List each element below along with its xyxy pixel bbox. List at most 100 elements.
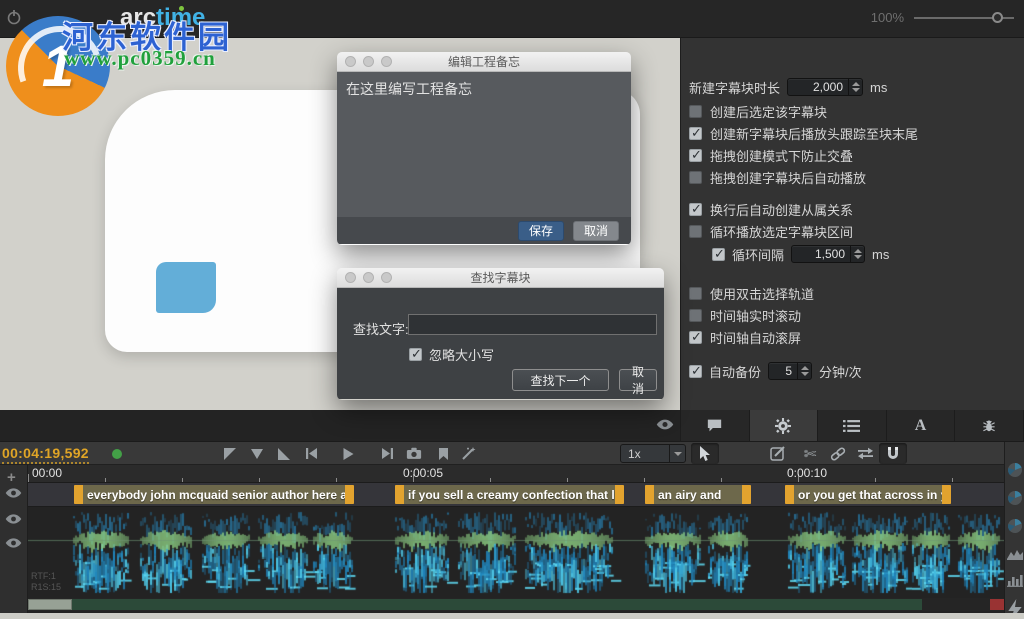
find-dialog-titlebar[interactable]: 查找字幕块	[337, 268, 664, 288]
speed-dropdown-arrow[interactable]	[669, 445, 685, 462]
subtitle-left-handle[interactable]	[645, 485, 654, 504]
option-checkbox[interactable]	[689, 171, 702, 184]
zoom-slider-knob[interactable]	[992, 12, 1003, 23]
option-checkbox[interactable]	[689, 149, 702, 162]
waveform-view-icon[interactable]	[1007, 548, 1023, 564]
option-checkbox[interactable]	[689, 127, 702, 140]
magnet-icon	[886, 446, 900, 461]
auto-backup-checkbox[interactable]	[689, 365, 702, 378]
subtitle-block[interactable]: if you sell a creamy confection that lig…	[395, 485, 624, 504]
triangle-up-left-icon[interactable]	[221, 445, 239, 462]
ruler-tick	[952, 478, 953, 482]
subtitle-left-handle[interactable]	[74, 485, 83, 504]
tab-subtitle-list[interactable]	[818, 410, 887, 441]
timecode-display[interactable]: 00:04:19,592	[2, 445, 89, 464]
timeline-scrollbar[interactable]	[28, 598, 1004, 611]
settings-option-row: 拖拽创建字幕块后自动播放	[689, 166, 918, 188]
subtitle-left-handle[interactable]	[785, 485, 794, 504]
zoom-slider[interactable]	[914, 17, 1014, 19]
select-tool-button[interactable]	[691, 443, 719, 464]
subtitle-right-handle[interactable]	[742, 485, 751, 504]
preview-eye-icon[interactable]	[656, 418, 674, 431]
subtitle-block[interactable]: everybody john mcquaid senior author her…	[74, 485, 354, 504]
search-input[interactable]	[408, 314, 657, 335]
subtitle-right-handle[interactable]	[345, 485, 354, 504]
subtitle-block[interactable]: an airy and	[645, 485, 751, 504]
spectrogram-track[interactable]: RTF:1 R1S:15	[28, 507, 1004, 596]
search-text-label: 查找文字:	[353, 319, 409, 338]
memo-cancel-button[interactable]: 取消	[573, 221, 619, 241]
subtitle-right-handle[interactable]	[942, 485, 951, 504]
play-icon[interactable]	[339, 445, 357, 462]
ignore-case-checkbox[interactable]	[409, 348, 422, 361]
arctime-app: arctime 100% 新建字幕块时长 2,000 ms 创建后选定该字幕块创…	[0, 0, 1024, 619]
power-icon[interactable]	[6, 9, 22, 25]
playback-speed-select[interactable]: 1x	[620, 444, 686, 463]
duration-spinner-arrows[interactable]	[848, 79, 862, 95]
loop-interval-value: 1,500	[792, 246, 850, 262]
bookmark-icon[interactable]	[434, 445, 452, 462]
track-info-text: RTF:1 R1S:15	[31, 571, 61, 593]
spectrogram-canvas	[28, 507, 1004, 596]
app-logo: arctime	[120, 4, 205, 32]
memo-textarea[interactable]: 在这里编写工程备忘	[337, 72, 631, 217]
memo-dialog-titlebar[interactable]: 编辑工程备忘	[337, 52, 631, 72]
save-button[interactable]: 保存	[518, 221, 564, 241]
option-checkbox[interactable]	[689, 309, 702, 322]
time-ruler[interactable]: 00:000:00:050:00:10	[28, 465, 1004, 483]
loop-interval-spinner[interactable]: 1,500	[791, 245, 865, 263]
tab-debug[interactable]	[955, 410, 1024, 441]
ruler-tick	[259, 478, 260, 482]
track-gutter: +	[0, 465, 28, 613]
pie-view-icon-2[interactable]	[1007, 490, 1023, 506]
subtitle-block[interactable]: or you get that across in your	[785, 485, 951, 504]
triangle-down-left-icon[interactable]	[275, 445, 293, 462]
option-checkbox[interactable]	[689, 225, 702, 238]
auto-backup-spinner[interactable]: 5	[768, 362, 812, 380]
settings-panel: 新建字幕块时长 2,000 ms 创建后选定该字幕块创建新字幕块后播放头跟踪至块…	[680, 38, 1024, 410]
skip-end-icon[interactable]	[378, 445, 396, 462]
ruler-tick	[105, 478, 106, 482]
triangle-down-icon[interactable]	[248, 445, 266, 462]
scrollbar-thumb[interactable]	[28, 599, 72, 610]
preview-zoom-control: 100%	[871, 10, 1014, 25]
window-control-buttons[interactable]	[345, 272, 392, 283]
tab-comments[interactable]	[681, 410, 750, 441]
skip-start-icon[interactable]	[302, 445, 320, 462]
option-checkbox[interactable]	[689, 287, 702, 300]
swap-tool-button[interactable]	[851, 443, 879, 464]
subtitle-track[interactable]: everybody john mcquaid senior author her…	[28, 483, 1004, 507]
loop-interval-checkbox[interactable]	[712, 248, 725, 261]
camera-icon[interactable]	[405, 445, 423, 462]
ruler-time-label: 00:00	[32, 466, 62, 480]
window-control-buttons[interactable]	[345, 56, 392, 67]
link-tool-button[interactable]	[824, 443, 852, 464]
bar-chart-view-icon[interactable]	[1007, 574, 1023, 590]
duration-spinner[interactable]: 2,000	[787, 78, 863, 96]
tab-settings[interactable]	[750, 410, 819, 441]
subtitle-left-handle[interactable]	[395, 485, 404, 504]
loop-interval-spinner-arrows[interactable]	[850, 246, 864, 262]
find-dialog-body: 查找文字: 忽略大小写 查找下一个 取消	[337, 288, 664, 399]
find-cancel-button[interactable]: 取消	[619, 369, 657, 391]
subtitle-right-handle[interactable]	[615, 485, 624, 504]
auto-backup-spinner-arrows[interactable]	[797, 363, 811, 379]
option-checkbox[interactable]	[689, 105, 702, 118]
subtitle-track-eye-icon[interactable]	[5, 487, 22, 499]
tab-styles[interactable]: A	[887, 410, 956, 441]
find-next-button[interactable]: 查找下一个	[512, 369, 609, 391]
magnet-tool-button[interactable]	[879, 443, 907, 464]
add-track-icon[interactable]: +	[7, 469, 16, 486]
edit-tool-button[interactable]	[764, 443, 792, 464]
ignore-case-row: 忽略大小写	[409, 345, 494, 364]
cut-tool-button[interactable]: ✄	[796, 443, 824, 464]
option-checkbox[interactable]	[689, 331, 702, 344]
transport-toolbar: 00:04:19,592 1x ✄	[0, 442, 1024, 465]
pie-view-icon-3[interactable]	[1007, 518, 1023, 534]
pie-view-icon-1[interactable]	[1007, 462, 1023, 478]
speech-bubble-icon	[706, 418, 723, 433]
spectrogram-track-eye-icon[interactable]	[5, 537, 22, 549]
option-checkbox[interactable]	[689, 203, 702, 216]
audio-track-eye-icon[interactable]	[5, 513, 22, 525]
wand-icon[interactable]	[459, 445, 477, 462]
